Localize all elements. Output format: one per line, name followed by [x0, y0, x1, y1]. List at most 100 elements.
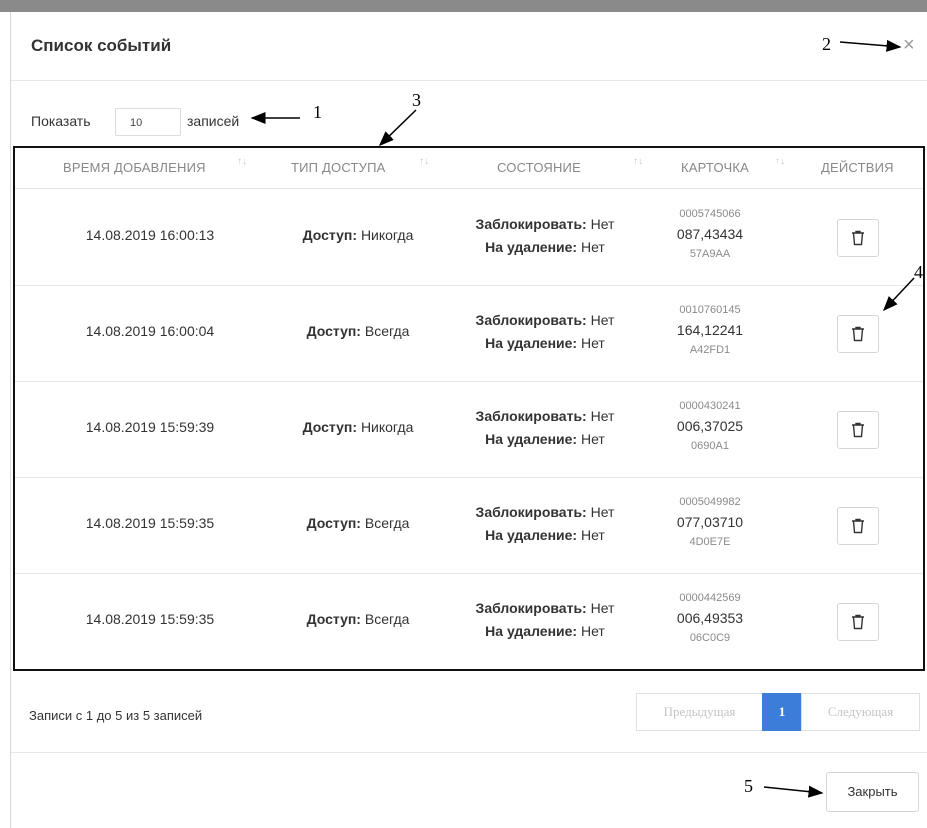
block-value: Нет [590, 216, 615, 232]
block-value: Нет [590, 504, 615, 520]
previous-page-button[interactable]: Предыдущая [636, 693, 763, 731]
show-label: Показать [31, 113, 91, 129]
card-hex: 4D0E7E [689, 536, 731, 548]
block-label: Заблокировать: [475, 600, 587, 616]
access-label: Доступ: [306, 515, 361, 531]
card-number: 0005049982 [679, 496, 741, 508]
delete-button[interactable] [837, 219, 879, 257]
events-modal: Список событий × Показать 10 записей ВРЕ… [11, 12, 927, 828]
delete-label: На удаление: [485, 431, 578, 447]
block-label: Заблокировать: [475, 504, 587, 520]
th-card[interactable]: КАРТОЧКА [681, 160, 749, 175]
entries-label: записей [187, 113, 240, 129]
table-header: ВРЕМЯ ДОБАВЛЕНИЯ ↑↓ ТИП ДОСТУПА ↑↓ СОСТО… [15, 148, 923, 189]
table-row: 14.08.2019 16:00:13 Доступ: Никогда Заблок… [15, 189, 923, 286]
block-value: Нет [590, 408, 615, 424]
card-hex: A42FD1 [689, 344, 731, 356]
table-info: Записи с 1 до 5 из 5 записей [29, 708, 203, 723]
th-actions: ДЕЙСТВИЯ [821, 160, 894, 175]
footer-divider [11, 752, 927, 753]
card-code: 164,12241 [676, 322, 744, 338]
access-value: Всегда [364, 515, 410, 531]
access-label: Доступ: [306, 611, 361, 627]
delete-value: Нет [580, 527, 605, 543]
access-label: Доступ: [306, 323, 361, 339]
annotation-3: 3 [412, 90, 421, 110]
window-top-bar [0, 0, 927, 12]
delete-value: Нет [580, 623, 605, 639]
close-button[interactable]: Закрыть [826, 772, 919, 812]
block-value: Нет [590, 312, 615, 328]
annotation-4: 4 [914, 262, 923, 282]
delete-value: Нет [580, 239, 605, 255]
delete-button[interactable] [837, 603, 879, 641]
access-label: Доступ: [302, 419, 358, 435]
card-number: 0010760145 [679, 304, 741, 316]
block-value: Нет [590, 600, 615, 616]
delete-button[interactable] [837, 315, 879, 353]
access-type: Доступ: Никогда [273, 227, 443, 243]
table-row: 14.08.2019 15:59:35 Доступ: Всегда Заблоки… [15, 573, 923, 669]
added-time: 14.08.2019 15:59:35 [85, 515, 215, 531]
added-time: 14.08.2019 15:59:39 [85, 419, 215, 435]
state: Заблокировать: Нет На удаление: Нет [445, 309, 645, 355]
page-1-button[interactable]: 1 [762, 693, 802, 731]
page-length-select[interactable]: 10 [115, 108, 181, 136]
delete-value: Нет [580, 431, 605, 447]
card-number: 0000430241 [679, 400, 741, 412]
sort-icon[interactable]: ↑↓ [419, 156, 429, 167]
access-value: Никогда [360, 419, 414, 435]
access-value: Всегда [364, 611, 410, 627]
added-time: 14.08.2019 16:00:04 [85, 323, 215, 339]
delete-label: На удаление: [485, 239, 578, 255]
card-code: 087,43434 [676, 226, 744, 242]
delete-label: На удаление: [485, 623, 578, 639]
added-time: 14.08.2019 16:00:13 [85, 227, 215, 243]
access-type: Доступ: Всегда [273, 611, 443, 627]
sort-icon[interactable]: ↑↓ [633, 156, 643, 167]
card-code: 077,03710 [676, 514, 744, 530]
card-number: 0000442569 [679, 592, 741, 604]
state: Заблокировать: Нет На удаление: Нет [445, 213, 645, 259]
state: Заблокировать: Нет На удаление: Нет [445, 405, 645, 451]
table-row: 14.08.2019 16:00:04 Доступ: Всегда Заблоки… [15, 285, 923, 382]
card: 0005745066 087,43434 57A9AA [655, 205, 765, 263]
block-label: Заблокировать: [475, 408, 587, 424]
block-label: Заблокировать: [475, 216, 587, 232]
access-type: Доступ: Всегда [273, 323, 443, 339]
card: 0005049982 077,03710 4D0E7E [655, 493, 765, 551]
annotation-5: 5 [744, 776, 753, 796]
delete-button[interactable] [837, 411, 879, 449]
state: Заблокировать: Нет На удаление: Нет [445, 597, 645, 643]
th-time[interactable]: ВРЕМЯ ДОБАВЛЕНИЯ [63, 160, 206, 175]
state: Заблокировать: Нет На удаление: Нет [445, 501, 645, 547]
delete-value: Нет [580, 335, 605, 351]
events-table: ВРЕМЯ ДОБАВЛЕНИЯ ↑↓ ТИП ДОСТУПА ↑↓ СОСТО… [13, 146, 925, 671]
card-hex: 06C0C9 [689, 632, 731, 644]
modal-header: Список событий × [11, 12, 927, 81]
close-icon[interactable]: × [903, 34, 915, 56]
card: 0010760145 164,12241 A42FD1 [655, 301, 765, 359]
added-time: 14.08.2019 15:59:35 [85, 611, 215, 627]
next-page-button[interactable]: Следующая [801, 693, 920, 731]
card-hex: 0690A1 [691, 440, 729, 452]
card: 0000430241 006,37025 0690A1 [655, 397, 765, 455]
sort-icon[interactable]: ↑↓ [237, 156, 247, 167]
th-access[interactable]: ТИП ДОСТУПА [291, 160, 386, 175]
sort-icon[interactable]: ↑↓ [775, 156, 785, 167]
delete-button[interactable] [837, 507, 879, 545]
annotation-1: 1 [313, 102, 322, 122]
card: 0000442569 006,49353 06C0C9 [655, 589, 765, 647]
card-code: 006,49353 [676, 610, 744, 626]
access-type: Доступ: Всегда [273, 515, 443, 531]
delete-label: На удаление: [485, 335, 578, 351]
card-number: 0005745066 [679, 208, 741, 220]
access-value: Никогда [360, 227, 414, 243]
card-hex: 57A9AA [689, 248, 731, 260]
modal-title: Список событий [31, 36, 172, 55]
window-left-edge [0, 12, 11, 828]
block-label: Заблокировать: [475, 312, 587, 328]
annotation-2: 2 [822, 34, 831, 54]
th-state[interactable]: СОСТОЯНИЕ [497, 160, 581, 175]
card-code: 006,37025 [676, 418, 744, 434]
